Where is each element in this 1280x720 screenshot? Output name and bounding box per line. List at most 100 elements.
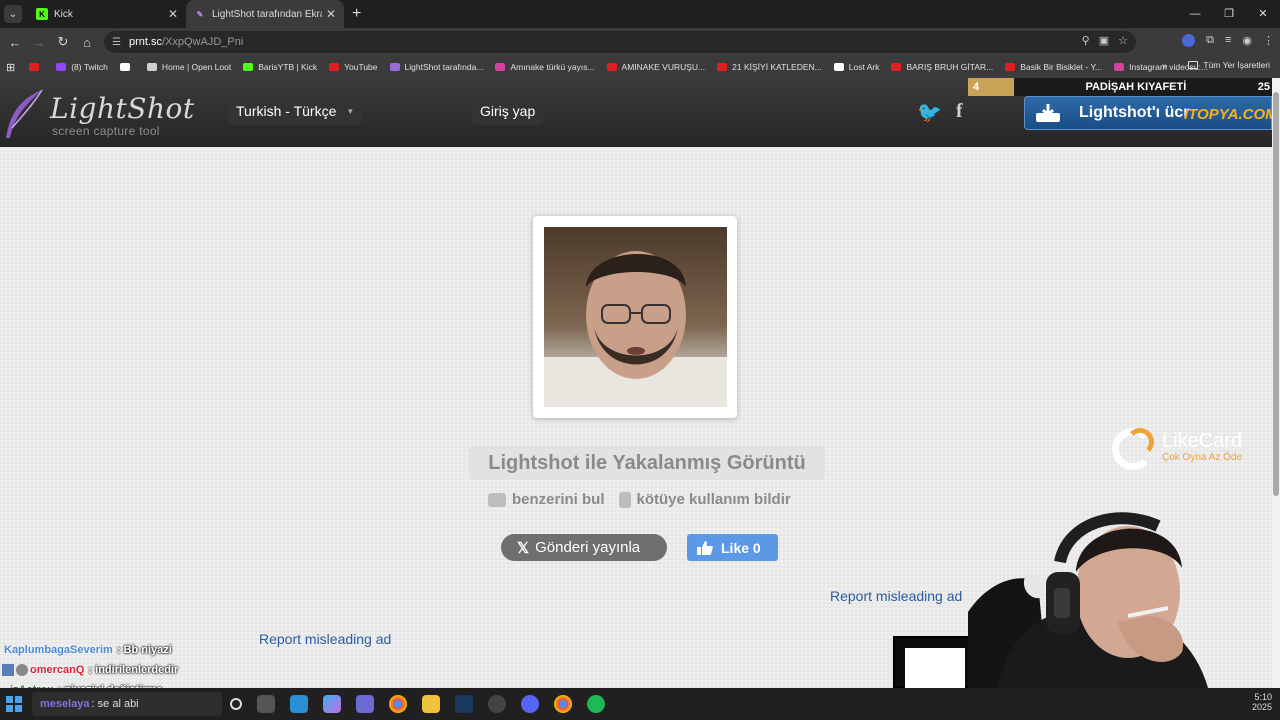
chat-username: meselaya — [40, 698, 90, 710]
menu-kebab-icon[interactable]: ⋮ — [1263, 34, 1274, 47]
spotify-icon[interactable] — [587, 695, 605, 713]
webcam-illustration — [968, 512, 1208, 688]
taskbar-apps — [230, 695, 605, 713]
forward-button[interactable]: → — [27, 35, 51, 50]
report-misleading-ad-link[interactable]: Report misleading ad — [830, 588, 962, 604]
store-icon[interactable] — [356, 695, 374, 713]
extensions-puzzle-icon[interactable]: ⧉ — [1206, 34, 1214, 47]
app-icon[interactable] — [290, 695, 308, 713]
discord-icon[interactable] — [521, 695, 539, 713]
streamer-webcam — [968, 512, 1272, 688]
facebook-like-button[interactable]: Like 0 — [687, 534, 778, 561]
bookmark-item[interactable]: 21 KİŞİYİ KATLEDEN... — [717, 62, 822, 72]
new-tab-button[interactable]: + — [352, 5, 361, 23]
bookmark-favicon-icon — [29, 63, 40, 71]
tab-search-button[interactable]: ⌄ — [4, 5, 22, 23]
bookmark-item[interactable]: BARIŞ BRUH GİTAR... — [891, 62, 993, 72]
bookmark-favicon-icon — [717, 63, 728, 71]
bookmarks-more-button[interactable]: » — [1162, 61, 1168, 72]
profile-icon[interactable]: ◉ — [1242, 34, 1252, 47]
bookmark-item[interactable]: Lost Ark — [833, 62, 879, 72]
steam-icon[interactable] — [455, 695, 473, 713]
folder-icon — [1188, 61, 1199, 69]
twitter-icon[interactable]: 🐦 — [917, 100, 942, 125]
report-abuse-label: kötüye kullanım bildir — [636, 491, 791, 508]
bookmark-favicon-icon — [119, 63, 130, 71]
find-similar-link[interactable]: benzerini bul — [488, 491, 605, 508]
bookmark-label: 21 KİŞİYİ KATLEDEN... — [732, 62, 822, 72]
report-abuse-link[interactable]: kötüye kullanım bildir — [618, 491, 791, 508]
kick-icon: K — [36, 8, 48, 20]
bookmark-favicon-icon — [243, 63, 254, 71]
bookmark-item[interactable]: BarisYTB | Kick — [243, 62, 317, 72]
chrome-icon[interactable] — [389, 695, 407, 713]
zoom-icon[interactable]: ⚲ — [1082, 34, 1090, 47]
taskbar-search[interactable]: meselaya: se al abi — [32, 692, 222, 716]
url-input[interactable]: ☰ prnt.sc/XxpQwAJD_Pni ⚲ ▣ ☆ — [104, 31, 1136, 53]
x-logo-icon: 𝕏 — [517, 539, 530, 557]
scrollbar-thumb[interactable] — [1273, 92, 1279, 496]
bookmark-label: (8) Twitch — [71, 62, 108, 72]
bookmark-item[interactable]: Home | Open Loot — [146, 62, 231, 72]
apps-grid-icon[interactable]: ⊞ — [6, 61, 15, 74]
likecard-arc-icon — [1126, 428, 1154, 456]
windows-start-icon[interactable] — [6, 696, 22, 712]
copilot-icon[interactable] — [323, 695, 341, 713]
toolbar-icons: ⧉ ≡ ◉ ⋮ — [1182, 34, 1274, 47]
minimize-button[interactable]: — — [1178, 0, 1212, 28]
lightshot-feather-icon: ✎ — [196, 9, 204, 19]
bookmark-item[interactable] — [29, 62, 44, 72]
task-view-icon[interactable] — [230, 698, 242, 710]
bookmark-item[interactable] — [119, 62, 135, 72]
file-explorer-icon[interactable] — [422, 695, 440, 713]
clock-date[interactable]: 2025 — [1252, 702, 1272, 712]
bookmark-item[interactable]: Basik Bir Bisiklet - Y... — [1005, 62, 1102, 72]
login-button[interactable]: Giriş yap — [472, 97, 544, 125]
bookmark-item[interactable]: LightShot tarafında... — [389, 62, 483, 72]
media-icon[interactable]: ≡ — [1225, 34, 1231, 47]
screenshot-image-card — [533, 216, 737, 418]
close-tab-icon[interactable]: ✕ — [168, 7, 178, 21]
language-select[interactable]: Turkish - Türkçe ▼ — [228, 97, 363, 125]
badge-icon — [2, 664, 14, 676]
bookmark-favicon-icon — [146, 63, 157, 71]
site-info-icon[interactable]: ☰ — [112, 37, 121, 48]
close-tab-icon[interactable]: ✕ — [326, 7, 336, 21]
restore-button[interactable]: ❐ — [1212, 0, 1246, 28]
tab-strip: ⌄ K Kick ✕ ✎ LightShot tarafından Ekran … — [0, 0, 1280, 28]
brand-tagline: screen capture tool — [52, 124, 160, 138]
extension-icon[interactable] — [1182, 34, 1196, 47]
camera-icon — [488, 492, 506, 507]
tab-title: Kick — [54, 8, 73, 20]
facebook-icon[interactable]: f — [956, 100, 963, 123]
close-window-button[interactable]: ✕ — [1246, 0, 1280, 28]
bookmark-label: BARIŞ BRUH GİTAR... — [906, 62, 994, 72]
lightshot-logo[interactable]: LightShot screen capture tool — [2, 86, 194, 142]
install-app-icon[interactable]: ▣ — [1099, 34, 1109, 47]
post-to-x-button[interactable]: 𝕏 Gönderi yayınla — [501, 534, 667, 561]
image-actions: benzerini bul kötüye kullanım bildir — [488, 491, 805, 508]
screenshot-image[interactable] — [544, 227, 727, 407]
post-label: Gönderi yayınla — [535, 539, 641, 556]
bookmark-item[interactable]: YouTube — [329, 62, 378, 72]
bookmark-item[interactable]: Amınake türkü yayıs... — [495, 62, 595, 72]
report-misleading-ad-link[interactable]: Report misleading ad — [259, 631, 391, 647]
chat-username: KaplumbagaSeverim — [4, 644, 113, 656]
tab-kick[interactable]: K Kick ✕ — [28, 0, 186, 28]
tab-lightshot[interactable]: ✎ LightShot tarafından Ekran Görü ✕ — [186, 0, 344, 28]
bookmark-item[interactable]: (8) Twitch — [56, 62, 108, 72]
clock-time[interactable]: 5:10 — [1252, 692, 1272, 702]
chrome-icon[interactable] — [554, 695, 572, 713]
windows-taskbar: meselaya: se al abi 5:10 2025 — [0, 688, 1280, 720]
home-button[interactable]: ⌂ — [75, 35, 99, 50]
back-button[interactable]: ← — [3, 35, 27, 50]
app-icon[interactable] — [488, 695, 506, 713]
bookmark-favicon-icon — [1114, 63, 1125, 71]
bookmark-item[interactable]: AMINAKE VURUŞU... — [606, 62, 705, 72]
reload-button[interactable]: ↻ — [51, 34, 75, 50]
multitask-icon[interactable] — [257, 695, 275, 713]
bookmark-star-icon[interactable]: ☆ — [1118, 34, 1128, 47]
all-bookmarks-button[interactable]: Tüm Yer İşaretleri — [1188, 60, 1270, 70]
bookmark-favicon-icon — [389, 63, 400, 71]
likecard-slogan: Çok Oyna Az Öde — [1162, 452, 1243, 463]
